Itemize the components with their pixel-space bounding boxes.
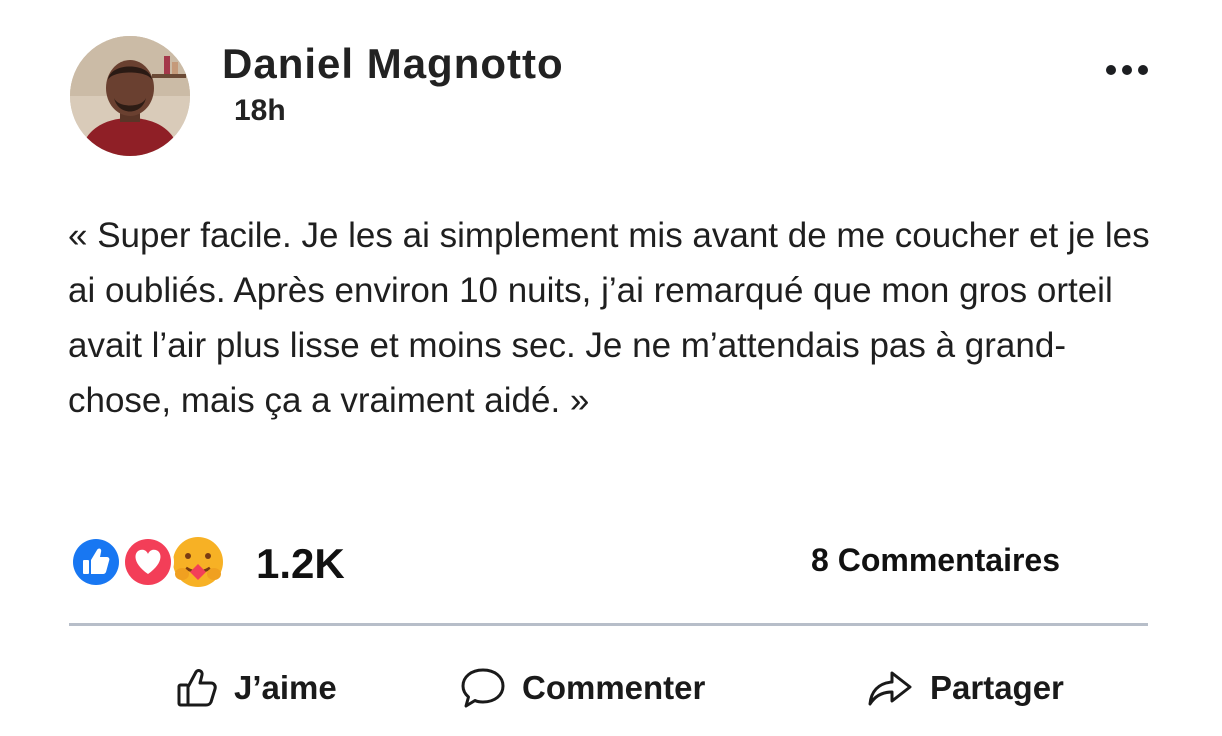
like-label: J’aime [234, 669, 337, 706]
more-dots-icon [1106, 65, 1148, 75]
share-button[interactable]: Partager [866, 660, 1064, 716]
divider [69, 623, 1148, 626]
avatar-image [70, 36, 190, 156]
post-text: « Super facile. Je les ai simplement mis… [68, 216, 1150, 420]
author-name[interactable]: Daniel Magnotto [222, 40, 564, 88]
love-icon [122, 536, 174, 588]
like-icon [70, 536, 122, 588]
avatar[interactable] [70, 36, 190, 156]
like-button[interactable]: J’aime [176, 660, 337, 716]
comment-button[interactable]: Commenter [460, 660, 705, 716]
post-timestamp[interactable]: 18h [234, 94, 286, 128]
more-options-button[interactable] [1102, 58, 1152, 82]
reaction-count[interactable]: 1.2K [256, 540, 345, 588]
comment-label: Commenter [522, 669, 706, 706]
thumbs-up-icon [177, 669, 217, 707]
share-label: Partager [930, 669, 1064, 706]
comments-count[interactable]: 8 Commentaires [811, 542, 1060, 579]
reaction-icons[interactable] [68, 534, 228, 590]
share-arrow-icon [868, 671, 912, 706]
comment-bubble-icon [461, 668, 505, 708]
care-icon [173, 537, 223, 587]
